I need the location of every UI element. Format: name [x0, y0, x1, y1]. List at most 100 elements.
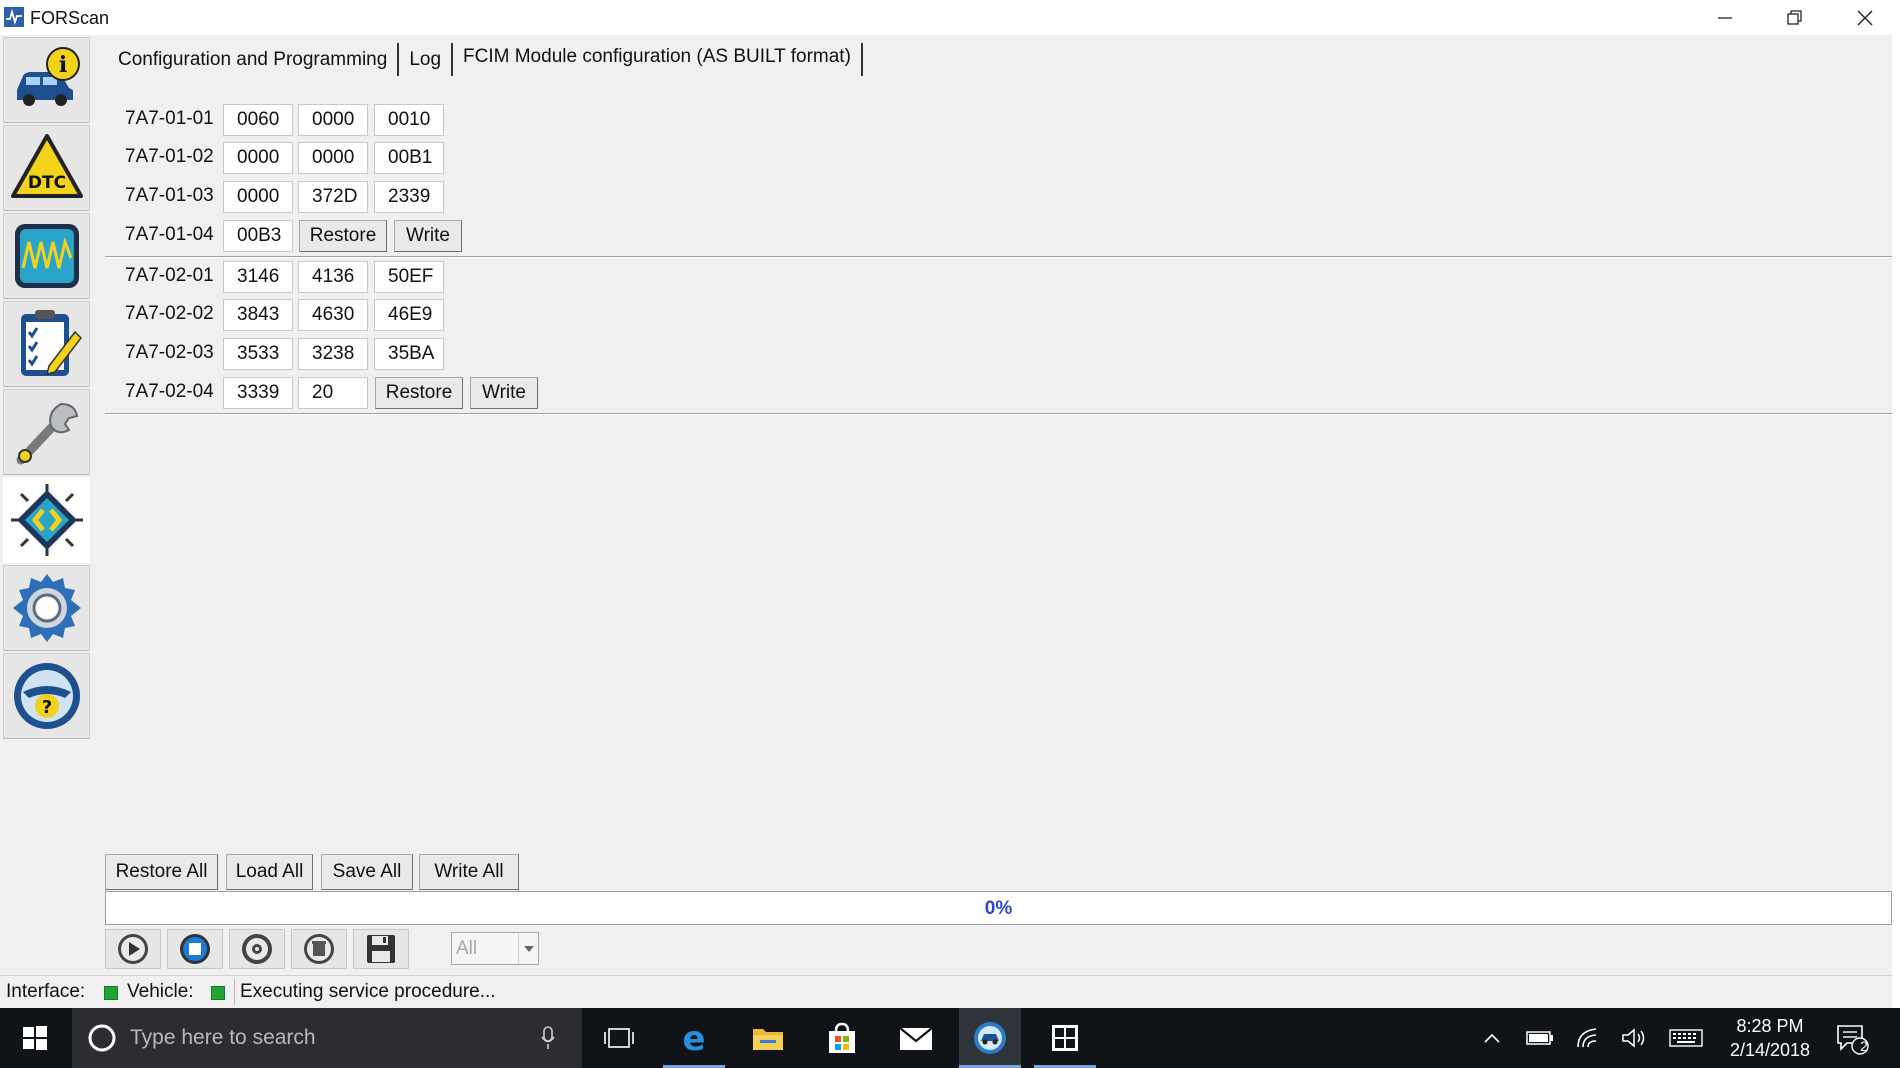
load-all-button[interactable]: Load All [226, 854, 313, 890]
config-value-field[interactable]: 0000 [223, 181, 293, 213]
app-grid-icon [1052, 1025, 1078, 1051]
status-separator [234, 979, 235, 1005]
config-value-field[interactable]: 4136 [298, 261, 368, 293]
save-button[interactable] [353, 929, 409, 969]
taskbar-clock[interactable]: 8:28 PM 2/14/2018 [1705, 1014, 1835, 1062]
taskbar-app-grid[interactable] [1034, 1008, 1096, 1068]
config-value-field[interactable]: 46E9 [374, 299, 444, 331]
block-divider [105, 256, 1892, 258]
tab-fcim-module-configuration[interactable]: FCIM Module configuration (AS BUILT form… [453, 43, 863, 76]
restore-button[interactable]: Restore [375, 377, 463, 409]
restore-button[interactable]: Restore [299, 220, 387, 252]
filter-select[interactable]: All [451, 932, 539, 965]
config-value-field[interactable]: 00B3 [223, 220, 293, 252]
vehicle-status-led [211, 986, 225, 1000]
stop-button[interactable] [167, 929, 223, 969]
touch-keyboard-button[interactable] [1664, 1008, 1708, 1068]
config-value-field[interactable]: 00B1 [374, 142, 444, 174]
volume-tray-button[interactable] [1612, 1008, 1656, 1068]
sidebar-item-settings[interactable] [3, 565, 90, 651]
sidebar-item-help[interactable]: ? [3, 653, 90, 739]
save-all-button[interactable]: Save All [321, 854, 413, 890]
sidebar-item-vehicle-info[interactable]: i [3, 37, 90, 123]
config-value-field[interactable]: 372D [298, 181, 368, 213]
save-icon [367, 935, 395, 963]
config-row-label: 7A7-02-02 [125, 303, 214, 324]
taskbar-forscan[interactable] [959, 1008, 1021, 1068]
mail-icon [899, 1027, 933, 1050]
window-title: FORScan [30, 8, 110, 28]
config-value-field[interactable]: 0000 [298, 142, 368, 174]
config-row: 7A7-02-02 3843 4630 46E9 [108, 297, 444, 331]
sidebar-item-service[interactable] [3, 389, 90, 475]
minimize-button[interactable] [1690, 0, 1760, 35]
taskbar-mail[interactable] [885, 1008, 947, 1068]
checklist-icon [20, 310, 82, 376]
play-icon [118, 934, 148, 964]
config-value-field[interactable]: 3339 [223, 377, 293, 409]
keyboard-icon [1669, 1029, 1703, 1047]
clock-time: 8:28 PM [1736, 1016, 1804, 1036]
taskbar-edge[interactable]: e [663, 1008, 725, 1068]
sidebar-item-oscilloscope[interactable] [3, 213, 90, 299]
clock-date: 2/14/2018 [1729, 1040, 1811, 1060]
cortana-icon [88, 1024, 116, 1052]
config-value-field[interactable]: 0000 [223, 142, 293, 174]
clear-icon [304, 934, 334, 964]
start-button[interactable] [0, 1008, 70, 1068]
vehicle-label: Vehicle: [127, 981, 194, 1002]
config-row: 7A7-01-01 0060 0000 0010 [108, 102, 444, 136]
sidebar: i DTC ? [0, 35, 92, 1005]
folder-icon [753, 1029, 783, 1050]
svg-text:?: ? [41, 697, 51, 718]
show-hidden-icons-button[interactable] [1470, 1008, 1514, 1068]
config-row-label: 7A7-01-01 [125, 108, 214, 129]
right-edge-strip [1892, 35, 1900, 1008]
taskbar-file-explorer[interactable] [737, 1008, 799, 1068]
config-value-field[interactable]: 2339 [374, 181, 444, 213]
write-button[interactable]: Write [470, 377, 538, 409]
help-wheel-icon: ? [13, 663, 80, 729]
svg-text:e: e [682, 1021, 705, 1055]
dtc-warning-icon: DTC [10, 134, 83, 198]
block-divider [105, 413, 1892, 415]
store-icon [829, 1022, 855, 1053]
taskbar-search-box[interactable]: Type here to search [72, 1008, 582, 1068]
restore-window-button[interactable] [1760, 0, 1830, 35]
sidebar-item-dtc[interactable]: DTC [3, 125, 90, 211]
config-value-field[interactable]: 0000 [298, 104, 368, 136]
taskbar-search-placeholder: Type here to search [130, 1026, 316, 1049]
task-view-button[interactable] [588, 1008, 650, 1068]
notification-count: 2 [1860, 1038, 1868, 1054]
config-value-field[interactable]: 20 [298, 377, 368, 409]
minimize-icon [1718, 16, 1732, 19]
config-value-field[interactable]: 35BA [374, 338, 444, 370]
action-center-button[interactable]: 2 [1830, 1008, 1874, 1068]
config-value-field[interactable]: 50EF [374, 261, 444, 293]
sidebar-item-tests[interactable] [3, 301, 90, 387]
chip-config-icon [10, 484, 83, 556]
play-button[interactable] [105, 929, 161, 969]
tab-log[interactable]: Log [399, 43, 454, 76]
battery-icon [1526, 1031, 1553, 1045]
config-value-field[interactable]: 3238 [298, 338, 368, 370]
close-button[interactable] [1830, 0, 1900, 35]
battery-tray-button[interactable] [1518, 1008, 1562, 1068]
restore-window-icon [1787, 9, 1802, 25]
taskbar-store[interactable] [811, 1008, 873, 1068]
restore-all-button[interactable]: Restore All [105, 854, 218, 890]
config-value-field[interactable]: 0060 [223, 104, 293, 136]
clear-button[interactable] [291, 929, 347, 969]
config-value-field[interactable]: 3533 [223, 338, 293, 370]
disc-button[interactable] [229, 929, 285, 969]
write-all-button[interactable]: Write All [419, 854, 519, 890]
config-value-field[interactable]: 3843 [223, 299, 293, 331]
sidebar-item-configuration[interactable] [3, 477, 90, 563]
config-value-field[interactable]: 0010 [374, 104, 444, 136]
tab-configuration-and-programming[interactable]: Configuration and Programming [108, 43, 400, 76]
config-row: 7A7-02-04 3339 20 Restore Write [108, 375, 538, 409]
network-tray-button[interactable] [1566, 1008, 1610, 1068]
config-value-field[interactable]: 4630 [298, 299, 368, 331]
write-button[interactable]: Write [394, 220, 462, 252]
config-value-field[interactable]: 3146 [223, 261, 293, 293]
